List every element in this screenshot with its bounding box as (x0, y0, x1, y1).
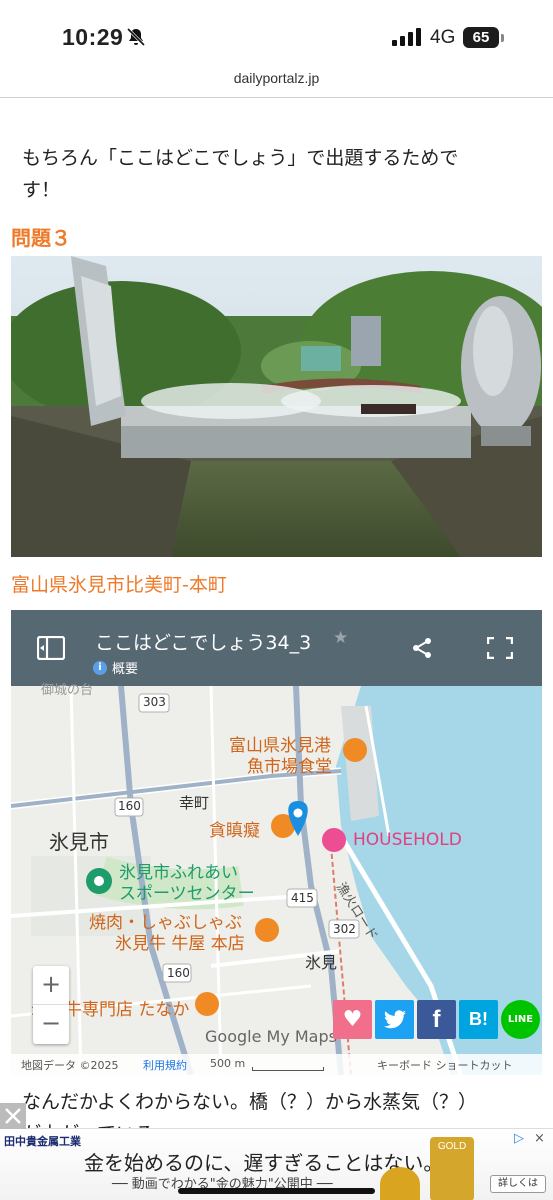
map-title: ここはどこでしょう34_3 (95, 632, 312, 654)
sidebar-toggle-icon[interactable] (37, 636, 65, 660)
bell-muted-icon (126, 27, 146, 47)
scale-label: 500 m (210, 1057, 246, 1070)
overview-label: 概要 (112, 662, 139, 677)
battery-icon: 65 (463, 27, 499, 48)
signal-icon (392, 28, 421, 46)
poi-label: スポーツセンター (119, 884, 255, 904)
photo-caption: 富山県氷見市比美町-本町 (11, 574, 227, 596)
twitter-icon (383, 1009, 406, 1028)
article-paragraph: もちろん「ここはどこでしょう」で出題するためで す！ (22, 142, 502, 206)
battery-tip (501, 34, 504, 42)
zoom-out-button[interactable]: − (33, 1005, 69, 1044)
close-icon (5, 1108, 21, 1124)
facebook-button[interactable]: f (417, 1000, 456, 1039)
map-header: ここはどこでしょう34_3 ★ i 概要 (11, 610, 542, 686)
gold-bar-image: GOLD (430, 1137, 474, 1200)
line-button[interactable]: LINE (501, 1000, 540, 1039)
share-buttons: ♥ f B! LINE (333, 1000, 540, 1039)
ad-brand: 田中貴金属工業 (4, 1135, 81, 1148)
share-icon[interactable] (411, 637, 433, 659)
network-type: 4G (430, 27, 456, 48)
paragraph-line: もちろん「ここはどこでしょう」で出題するためで (22, 147, 459, 169)
zoom-control: + − (33, 966, 69, 1044)
ad-choices-icon[interactable]: ▷ (514, 1131, 524, 1146)
route-shield: 160 (118, 799, 141, 813)
city-label: 氷見市 (49, 830, 109, 854)
paragraph-line: なんだかよくわからない。橋（？）から水蒸気（？） (22, 1091, 478, 1113)
ad-cta-button[interactable]: 詳しくは (490, 1175, 546, 1193)
map-label: 幸町 (179, 794, 210, 812)
fullscreen-icon[interactable] (487, 637, 513, 659)
google-logo: Google My Maps (205, 1027, 337, 1046)
home-indicator (178, 1188, 375, 1194)
map-data-credit: 地図データ ©2025 (21, 1059, 119, 1072)
station-label: 氷見 (305, 953, 338, 972)
poi-label: 貪瞋癡 (209, 821, 260, 841)
article-photo (11, 256, 542, 557)
ad-dismiss-button[interactable] (0, 1103, 26, 1129)
map-overview-link[interactable]: i 概要 (93, 658, 138, 677)
route-shield: 415 (291, 891, 314, 905)
status-bar: 10:29 4G 65 (0, 0, 553, 66)
keyboard-shortcuts-link[interactable]: キーボード ショートカット (377, 1057, 513, 1073)
gold-coin-image (380, 1167, 420, 1200)
route-shield: 160 (167, 966, 190, 980)
info-icon: i (93, 660, 107, 675)
terms-link[interactable]: 利用規約 (143, 1057, 187, 1073)
question-heading: 問題３ (11, 226, 71, 250)
paragraph-line: す！ (22, 179, 61, 201)
route-shield: 303 (143, 695, 166, 709)
map-attribution: 地図データ ©2025 利用規約 500 m キーボード ショートカット (11, 1054, 542, 1075)
route-shield: 302 (333, 922, 356, 936)
twitter-button[interactable] (375, 1000, 414, 1039)
poi-label: 魚市場食堂 (247, 757, 332, 777)
ad-close-icon[interactable]: × (534, 1131, 545, 1146)
heart-share-button[interactable]: ♥ (333, 1000, 372, 1039)
url-bar[interactable]: dailyportalz.jp (0, 66, 553, 98)
status-time: 10:29 (62, 24, 124, 50)
scale-bar (252, 1067, 324, 1071)
map-label: 御城の台 (41, 683, 94, 698)
poi-label: HOUSEHOLD (353, 830, 462, 850)
poi-label: 氷見牛 牛屋 本店 (115, 934, 245, 954)
hatena-button[interactable]: B! (459, 1000, 498, 1039)
zoom-in-button[interactable]: + (33, 966, 69, 1005)
star-icon[interactable]: ★ (333, 628, 348, 648)
